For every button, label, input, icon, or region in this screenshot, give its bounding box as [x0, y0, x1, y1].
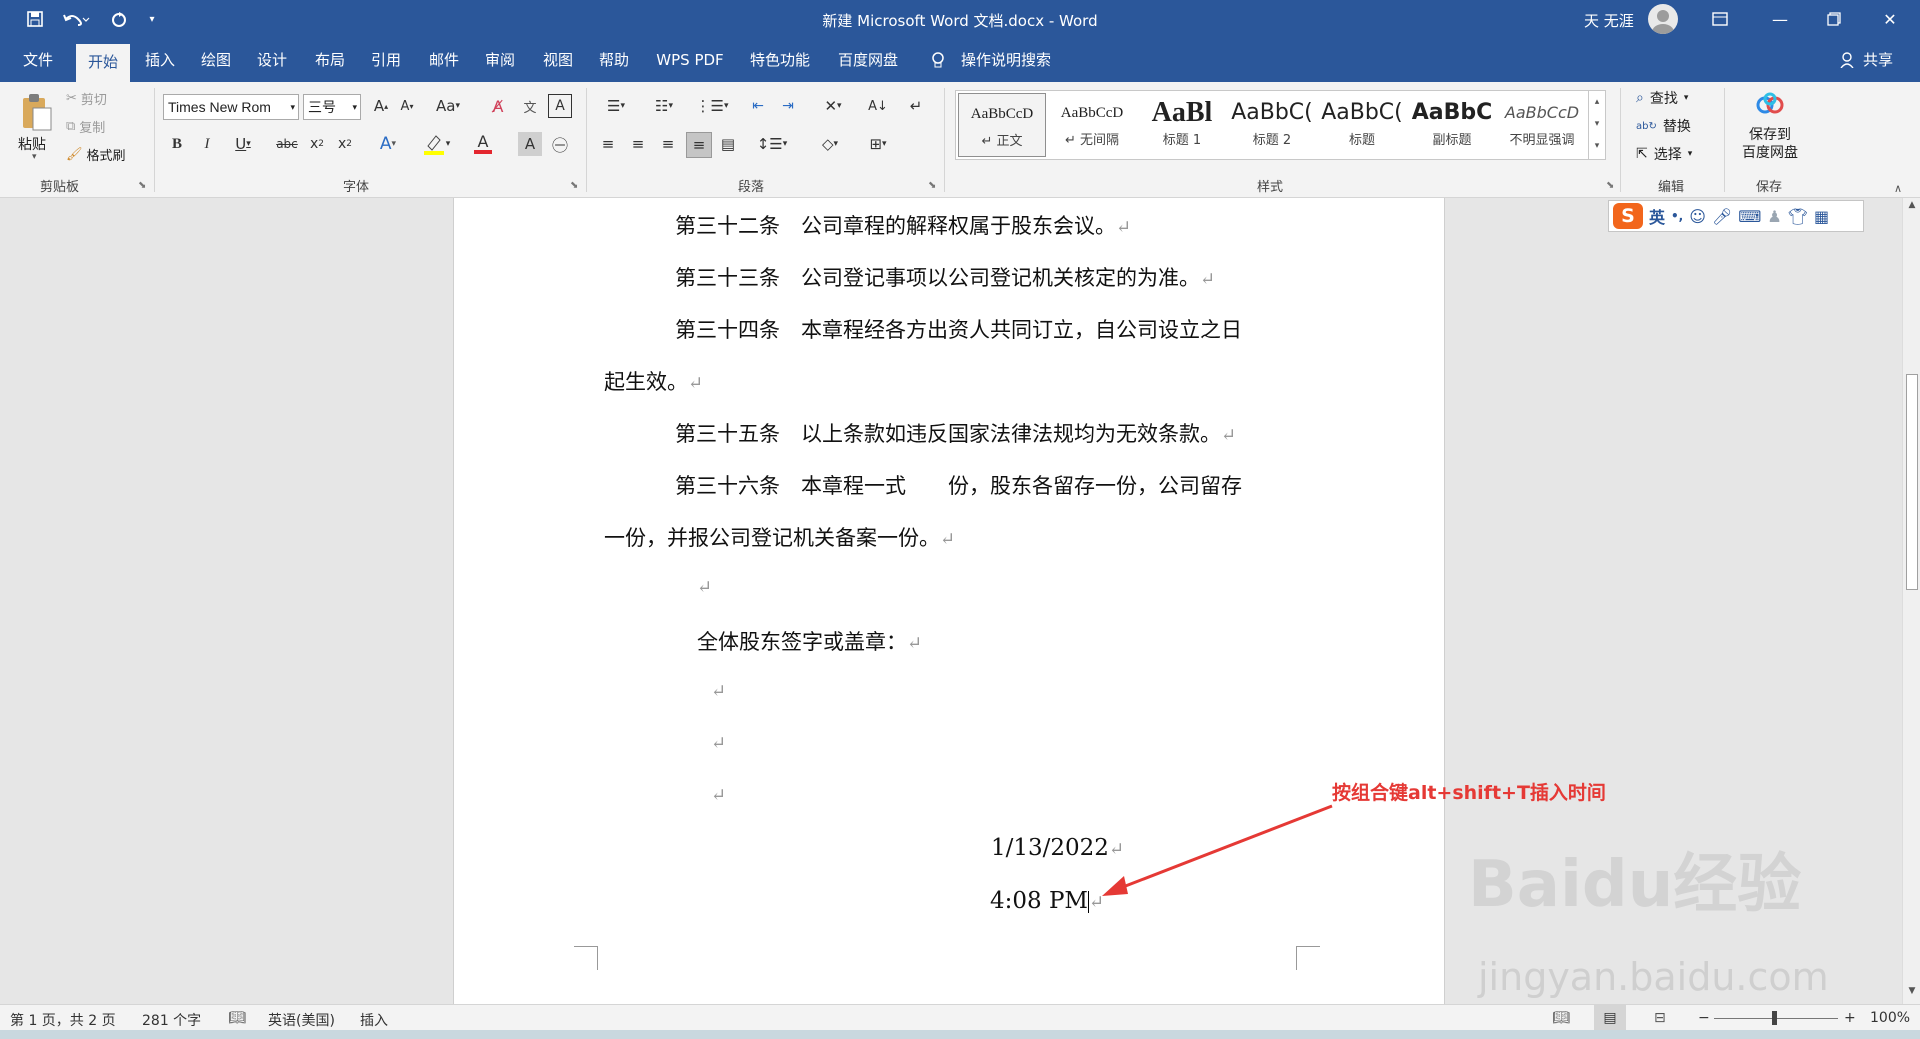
status-bar: 第 1 页，共 2 页 281 个字 📖︎ 英语(美国) 插入 📖︎ ▤ ⊟ −… — [0, 1004, 1920, 1031]
web-layout-icon[interactable]: ⊟ — [1654, 1010, 1666, 1026]
zoom-level[interactable]: 100% — [1870, 1010, 1910, 1026]
proofing-icon[interactable]: 📖︎ — [228, 1010, 246, 1026]
insert-mode[interactable]: 插入 — [360, 1010, 388, 1030]
keyboard-icon[interactable]: ⌨ — [1738, 207, 1761, 226]
word-count[interactable]: 281 个字 — [142, 1010, 201, 1030]
zoom-thumb[interactable] — [1772, 1011, 1777, 1025]
baidu-watermark-url: jingyan.baidu.com — [1478, 955, 1829, 999]
scroll-down-icon[interactable]: ▼ — [1905, 986, 1919, 1000]
microphone-icon[interactable]: 🎤︎ — [1712, 207, 1732, 226]
zoom-out-icon[interactable]: − — [1698, 1010, 1710, 1026]
annotation-text: 按组合键alt+shift+T插入时间 — [1332, 782, 1606, 804]
sogou-logo-icon[interactable]: S — [1613, 203, 1643, 229]
baidu-watermark: Baidu经验 — [1468, 848, 1802, 922]
page-count[interactable]: 第 1 页，共 2 页 — [10, 1010, 116, 1030]
language-status[interactable]: 英语(美国) — [268, 1010, 335, 1030]
user-icon[interactable]: ♟ — [1767, 207, 1781, 226]
ime-mode[interactable]: 英 — [1649, 204, 1665, 228]
taskbar-strip — [0, 1030, 1920, 1039]
print-layout-icon[interactable]: ▤ — [1594, 1005, 1626, 1031]
ime-toolbar[interactable]: S 英 •, ☺ 🎤︎ ⌨ ♟ 👕︎ ▦ — [1608, 200, 1864, 232]
zoom-in-icon[interactable]: + — [1844, 1010, 1856, 1026]
scroll-thumb[interactable] — [1906, 374, 1918, 590]
scroll-up-icon[interactable]: ▲ — [1905, 200, 1919, 214]
read-mode-icon[interactable]: 📖︎ — [1552, 1010, 1570, 1026]
emoji-icon[interactable]: ☺ — [1689, 207, 1706, 226]
skin-icon[interactable]: 👕︎ — [1788, 207, 1808, 226]
vertical-scrollbar[interactable]: ▲ ▼ — [1902, 198, 1920, 1004]
toolbox-icon[interactable]: ▦ — [1814, 207, 1829, 226]
punctuation-icon[interactable]: •, — [1671, 209, 1683, 223]
